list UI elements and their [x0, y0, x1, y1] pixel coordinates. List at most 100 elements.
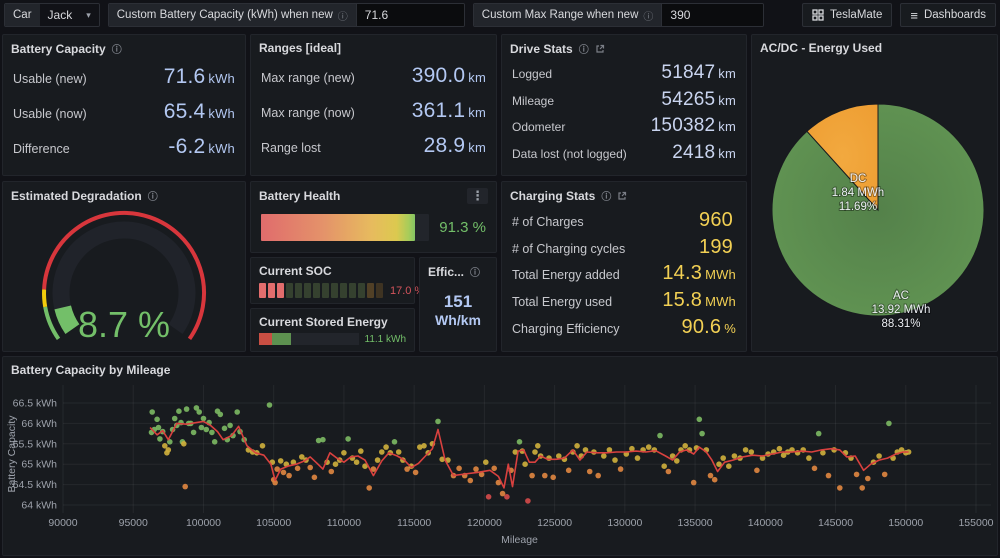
- data-point: [674, 458, 680, 464]
- data-point: [550, 475, 556, 481]
- data-point: [176, 408, 182, 414]
- capacity-by-mileage-panel: Battery Capacity by Mileage 900009500010…: [2, 356, 998, 556]
- external-link-icon[interactable]: [617, 191, 627, 201]
- bar-gauge-fill: [261, 214, 415, 241]
- efficiency-panel-title[interactable]: Effic... ⓘ: [420, 258, 496, 281]
- panel-title-text: Battery Capacity: [11, 42, 106, 56]
- battery-health-value: 91.3 %: [439, 219, 486, 236]
- x-tick-label: 130000: [607, 517, 642, 529]
- y-axis-label: Battery Capacity: [6, 415, 18, 493]
- dashboards-button[interactable]: ≡ Dashboards: [900, 3, 996, 27]
- charging-stats-panel-title[interactable]: Charging Stats ⓘ: [502, 182, 746, 205]
- x-tick-label: 120000: [467, 517, 502, 529]
- y-tick-label: 65 kWh: [21, 459, 57, 471]
- capacity-by-mileage-chart[interactable]: 9000095000100000105000110000115000120000…: [3, 357, 997, 555]
- dashboard-toolbar: Car Jack ▾ Custom Battery Capacity (kWh)…: [0, 0, 1000, 30]
- stat-label: # of Charges: [512, 215, 584, 229]
- x-tick-label: 105000: [256, 517, 291, 529]
- max-range-variable-label-text: Custom Max Range when new: [482, 9, 639, 21]
- data-point: [312, 475, 318, 481]
- data-point: [267, 402, 273, 408]
- soc-lcd-cell: [295, 283, 302, 298]
- info-icon[interactable]: ⓘ: [148, 188, 158, 203]
- data-point: [166, 447, 172, 453]
- data-point: [181, 441, 187, 447]
- data-point: [517, 439, 523, 445]
- y-tick-label: 64 kWh: [21, 500, 57, 512]
- soc-lcd-cell: [322, 283, 329, 298]
- data-point: [212, 439, 218, 445]
- soc-lcd-cell: [277, 283, 284, 298]
- data-point: [859, 485, 865, 491]
- battery-capacity-variable-label-text: Custom Battery Capacity (kWh) when new: [117, 9, 333, 21]
- data-point: [421, 443, 427, 449]
- data-point: [413, 470, 419, 476]
- current-soc-panel-title[interactable]: Current SOC: [251, 258, 414, 278]
- data-point: [882, 472, 888, 478]
- info-icon[interactable]: ⓘ: [338, 8, 348, 23]
- data-point: [820, 450, 826, 456]
- panel-menu-icon[interactable]: ⋮: [467, 188, 488, 204]
- svg-text:1.84 MWh: 1.84 MWh: [832, 187, 884, 199]
- stat-row: Logged 51847km: [512, 62, 736, 84]
- data-point: [234, 409, 240, 415]
- battery-capacity-panel-title[interactable]: Battery Capacity ⓘ: [3, 35, 245, 58]
- data-point: [595, 473, 601, 479]
- stat-row: Range lost 28.9km: [261, 134, 486, 158]
- soc-lcd-cell: [358, 283, 365, 298]
- stat-label: Max range (now): [261, 106, 355, 120]
- teslamate-button[interactable]: TeslaMate: [802, 3, 892, 27]
- x-tick-label: 135000: [678, 517, 713, 529]
- data-point: [574, 443, 580, 449]
- x-tick-label: 95000: [119, 517, 148, 529]
- info-icon[interactable]: ⓘ: [643, 8, 653, 23]
- max-range-input[interactable]: [661, 4, 763, 26]
- stat-value: 71.6kWh: [164, 65, 235, 89]
- y-tick-label: 65.5 kWh: [13, 438, 58, 450]
- x-tick-label: 140000: [748, 517, 783, 529]
- ranges-panel-title[interactable]: Ranges [ideal]: [251, 35, 496, 57]
- x-tick-label: 155000: [958, 517, 993, 529]
- battery-capacity-panel: Battery Capacity ⓘ Usable (new) 71.6kWh …: [2, 34, 246, 176]
- stat-row: # of Charges 960: [512, 209, 736, 232]
- svg-text:13.92 MWh: 13.92 MWh: [872, 304, 931, 316]
- data-point: [396, 449, 402, 455]
- data-point: [732, 453, 738, 459]
- soc-lcd-cell: [268, 283, 275, 298]
- info-icon[interactable]: ⓘ: [112, 41, 122, 56]
- data-point: [473, 466, 479, 472]
- data-point: [646, 444, 652, 450]
- data-point: [281, 470, 287, 476]
- panel-title-text: Effic...: [428, 265, 464, 279]
- degradation-panel-title[interactable]: Estimated Degradation ⓘ: [3, 182, 245, 205]
- efficiency-value: 151: [444, 292, 472, 312]
- y-tick-label: 66 kWh: [21, 418, 57, 430]
- data-point: [865, 476, 871, 482]
- data-point: [708, 473, 714, 479]
- drive-stats-panel-title[interactable]: Drive Stats ⓘ: [502, 35, 746, 58]
- battery-capacity-input[interactable]: [356, 4, 464, 26]
- stat-row: Odometer 150382km: [512, 115, 736, 137]
- info-icon[interactable]: ⓘ: [601, 188, 611, 203]
- data-point: [854, 472, 860, 478]
- car-variable-select[interactable]: Jack ▾: [40, 4, 99, 26]
- degradation-gauge: 8.7 %: [3, 205, 245, 350]
- stored-energy-panel-title[interactable]: Current Stored Energy: [251, 309, 414, 329]
- battery-health-panel-title[interactable]: Battery Health ⋮: [251, 182, 496, 206]
- acdc-energy-panel-title[interactable]: AC/DC - Energy Used: [752, 35, 997, 57]
- data-point: [278, 458, 284, 464]
- grid-icon: [812, 9, 824, 21]
- info-icon[interactable]: ⓘ: [470, 264, 480, 279]
- data-point: [712, 477, 718, 483]
- stat-label: Max range (new): [261, 71, 355, 85]
- x-tick-label: 125000: [537, 517, 572, 529]
- efficiency-stat: 151 Wh/km: [420, 281, 496, 339]
- data-point: [383, 444, 389, 450]
- soc-lcd-cell: [331, 283, 338, 298]
- info-icon[interactable]: ⓘ: [579, 41, 589, 56]
- stat-label: Total Energy used: [512, 295, 612, 309]
- stat-row: # of Charging cycles 199: [512, 236, 736, 259]
- x-tick-label: 115000: [397, 517, 431, 529]
- external-link-icon[interactable]: [595, 44, 605, 54]
- trend-line: [150, 421, 909, 488]
